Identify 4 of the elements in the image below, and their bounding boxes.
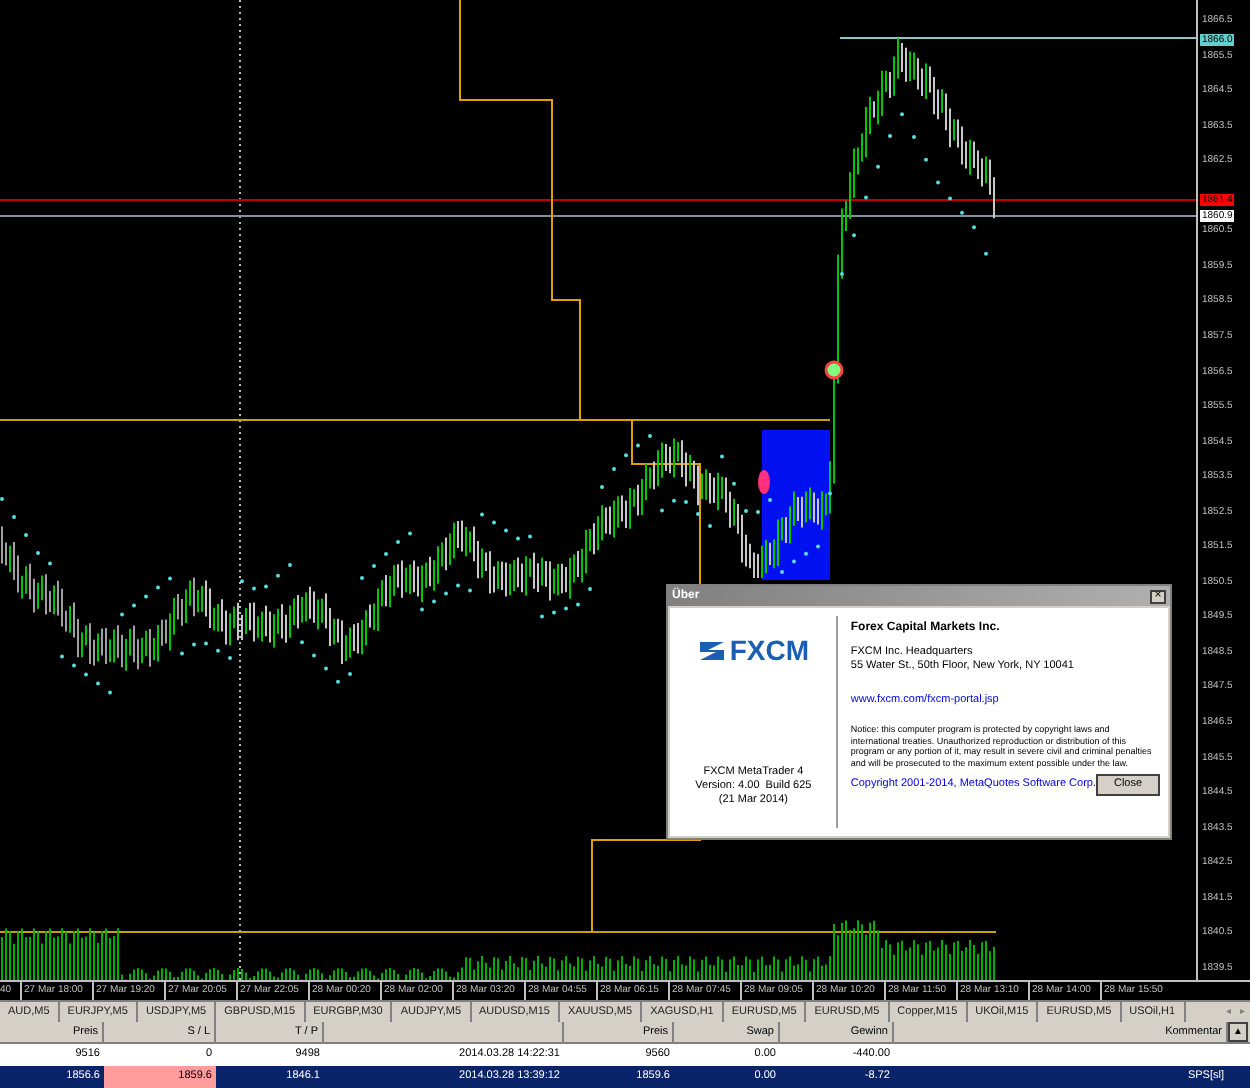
- marker-circle: [824, 360, 844, 380]
- logo-text: FXCM: [729, 636, 810, 664]
- logo-icon: [697, 639, 726, 661]
- marker-ellipse: [758, 470, 770, 494]
